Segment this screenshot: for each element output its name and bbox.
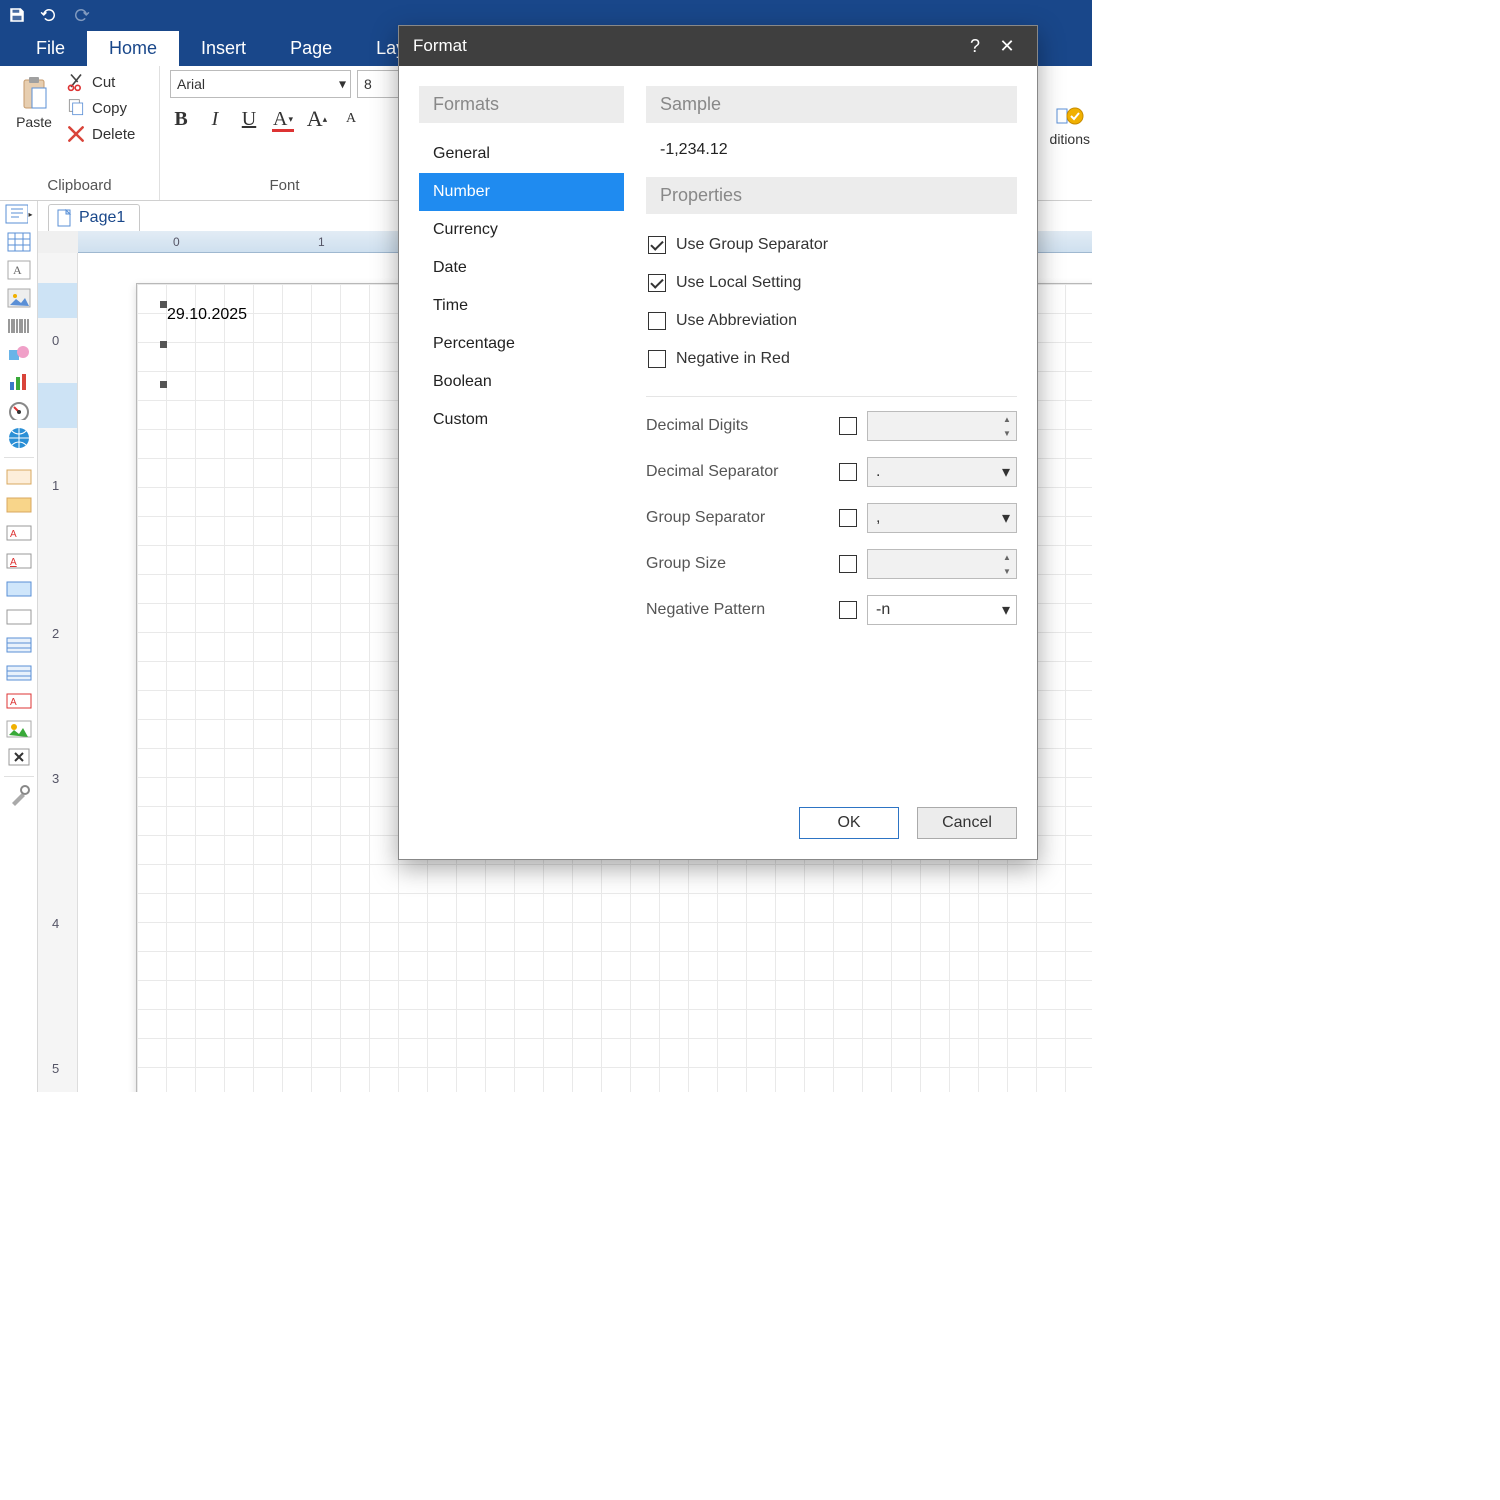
format-general[interactable]: General xyxy=(419,135,624,173)
group-size-enable-checkbox[interactable] xyxy=(839,555,857,573)
ok-button[interactable]: OK xyxy=(799,807,899,839)
band-overlay-icon[interactable] xyxy=(5,718,33,740)
negative-pattern-field[interactable]: -n▾ xyxy=(867,595,1017,625)
shrink-font-button[interactable]: A xyxy=(340,108,362,130)
tools-icon[interactable] xyxy=(5,785,33,807)
component-text-icon[interactable]: ▸ xyxy=(5,203,33,225)
cut-button[interactable]: Cut xyxy=(66,72,135,92)
clipboard-group-label: Clipboard xyxy=(10,175,149,198)
band-page-footer-icon[interactable] xyxy=(5,662,33,684)
component-gauge-icon[interactable] xyxy=(5,399,33,421)
undo-icon[interactable] xyxy=(40,6,58,24)
delete-button[interactable]: Delete xyxy=(66,124,135,144)
group-size-field[interactable]: ▲▼ xyxy=(867,549,1017,579)
sample-value: -1,234.12 xyxy=(646,135,1017,177)
font-name-select[interactable]: Arial▾ xyxy=(170,70,351,98)
page-tab[interactable]: Page1 xyxy=(48,204,140,231)
band-summary-icon[interactable]: A xyxy=(5,690,33,712)
group-separator-field[interactable]: ,▾ xyxy=(867,503,1017,533)
format-dialog: Format ? ✕ Formats General Number Curren… xyxy=(398,25,1038,860)
decimal-digits-enable-checkbox[interactable] xyxy=(839,417,857,435)
conditions-button-fragment[interactable]: ditions xyxy=(1050,76,1092,176)
tab-page[interactable]: Page xyxy=(268,31,354,66)
group-separator-enable-checkbox[interactable] xyxy=(839,509,857,527)
use-local-setting-checkbox[interactable] xyxy=(648,274,666,292)
decimal-separator-field[interactable]: .▾ xyxy=(867,457,1017,487)
bold-button[interactable]: B xyxy=(170,108,192,130)
svg-text:A: A xyxy=(10,557,17,568)
use-group-separator-checkbox[interactable] xyxy=(648,236,666,254)
component-table-icon[interactable] xyxy=(5,231,33,253)
font-size-select[interactable]: 8 xyxy=(357,70,399,98)
component-chart-icon[interactable] xyxy=(5,371,33,393)
help-icon[interactable]: ? xyxy=(959,36,991,57)
tab-file[interactable]: File xyxy=(14,31,87,66)
vertical-ruler[interactable]: 0 1 2 3 4 5 xyxy=(38,253,78,1092)
cancel-button[interactable]: Cancel xyxy=(917,807,1017,839)
band-report-title-icon[interactable] xyxy=(5,466,33,488)
format-custom[interactable]: Custom xyxy=(419,401,624,439)
paste-button[interactable]: Paste xyxy=(10,70,58,144)
format-percentage[interactable]: Percentage xyxy=(419,325,624,363)
svg-text:A: A xyxy=(10,697,17,708)
format-currency[interactable]: Currency xyxy=(419,211,624,249)
format-list: General Number Currency Date Time Percen… xyxy=(419,135,624,439)
format-time[interactable]: Time xyxy=(419,287,624,325)
text-component[interactable]: 29.10.2025 xyxy=(167,306,247,324)
font-color-button[interactable]: A▾ xyxy=(272,108,294,130)
component-image-icon[interactable] xyxy=(5,287,33,309)
use-abbreviation-checkbox[interactable] xyxy=(648,312,666,330)
band-footer-icon[interactable] xyxy=(5,606,33,628)
underline-button[interactable]: U xyxy=(238,108,260,130)
format-boolean[interactable]: Boolean xyxy=(419,363,624,401)
save-icon[interactable] xyxy=(8,6,26,24)
tab-home[interactable]: Home xyxy=(87,31,179,66)
format-number[interactable]: Number xyxy=(419,173,624,211)
page-icon xyxy=(57,209,73,227)
component-shape-icon[interactable] xyxy=(5,343,33,365)
copy-button[interactable]: Copy xyxy=(66,98,135,118)
svg-text:A: A xyxy=(13,263,22,277)
decimal-digits-field[interactable]: ▲▼ xyxy=(867,411,1017,441)
sample-section-header: Sample xyxy=(646,86,1017,123)
close-icon[interactable]: ✕ xyxy=(991,36,1023,57)
grow-font-button[interactable]: A▴ xyxy=(306,108,328,130)
italic-button[interactable]: I xyxy=(204,108,226,130)
band-group-icon[interactable]: A xyxy=(5,522,33,544)
component-map-icon[interactable] xyxy=(5,427,33,449)
band-column-icon[interactable] xyxy=(5,634,33,656)
paste-label: Paste xyxy=(16,114,52,130)
formats-section-header: Formats xyxy=(419,86,624,123)
redo-icon[interactable] xyxy=(72,6,90,24)
band-data-icon[interactable] xyxy=(5,578,33,600)
decimal-separator-enable-checkbox[interactable] xyxy=(839,463,857,481)
dialog-title: Format xyxy=(413,36,467,56)
negative-in-red-checkbox[interactable] xyxy=(648,350,666,368)
negative-pattern-enable-checkbox[interactable] xyxy=(839,601,857,619)
tool-palette: ▸ A A A A xyxy=(0,201,38,1092)
component-richtext-icon[interactable]: A xyxy=(5,259,33,281)
tab-insert[interactable]: Insert xyxy=(179,31,268,66)
band-remove-icon[interactable] xyxy=(5,746,33,768)
component-barcode-icon[interactable] xyxy=(5,315,33,337)
format-date[interactable]: Date xyxy=(419,249,624,287)
properties-section-header: Properties xyxy=(646,177,1017,214)
font-group-label: Font xyxy=(170,175,399,198)
svg-text:A: A xyxy=(10,529,17,540)
band-group-footer-icon[interactable]: A xyxy=(5,550,33,572)
band-header-icon[interactable] xyxy=(5,494,33,516)
